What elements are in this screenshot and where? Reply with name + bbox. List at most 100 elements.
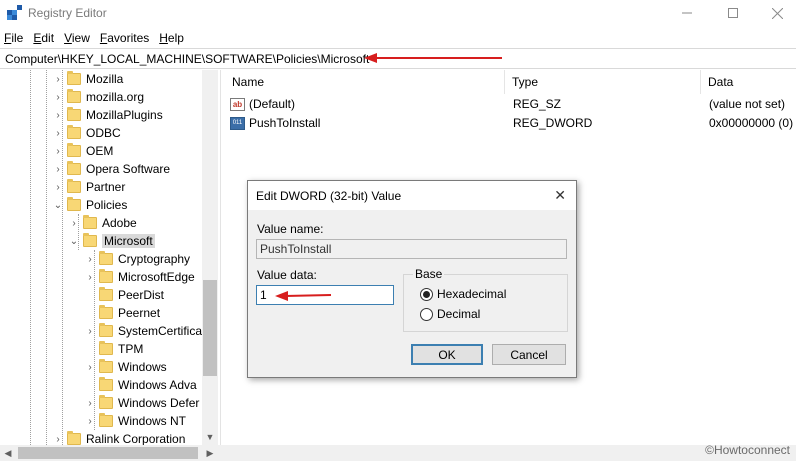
chevron-right-icon[interactable]: › xyxy=(84,250,96,268)
tree-item-windows-nt[interactable]: › Windows NT xyxy=(84,412,186,430)
maximize-button[interactable] xyxy=(710,0,756,26)
list-item-pushtoinstall[interactable]: 011 PushToInstall REG_DWORD 0x00000000 (… xyxy=(225,114,796,132)
scroll-left-icon[interactable]: ◀ xyxy=(0,445,16,461)
tree-item-label: OEM xyxy=(86,144,114,158)
tree-vertical-scrollbar[interactable]: ▼ xyxy=(202,70,218,445)
folder-open-icon xyxy=(83,233,97,247)
chevron-right-icon[interactable]: › xyxy=(52,106,64,124)
tree-item-label: MicrosoftEdge xyxy=(118,270,195,284)
base-label: Base xyxy=(413,267,445,281)
menu-file-label: ile xyxy=(11,31,24,45)
value-name-label: Value name: xyxy=(257,222,324,236)
tree-item-policies[interactable]: ⌄ Policies xyxy=(52,196,127,214)
tree-item-cryptography[interactable]: › Cryptography xyxy=(84,250,190,268)
base-group xyxy=(403,274,568,332)
chevron-right-icon[interactable]: › xyxy=(84,268,96,286)
tree-item-adobe[interactable]: › Adobe xyxy=(68,214,137,232)
chevron-right-icon[interactable]: › xyxy=(52,70,64,88)
ok-button[interactable]: OK xyxy=(411,344,483,365)
chevron-right-icon[interactable]: › xyxy=(52,430,64,445)
list-item-default[interactable]: ab (Default) REG_SZ (value not set) xyxy=(225,95,796,113)
tree-item-mozilla-org[interactable]: › mozilla.org xyxy=(52,88,144,106)
chevron-right-icon[interactable]: › xyxy=(52,124,64,142)
scrollbar-thumb[interactable] xyxy=(18,447,198,459)
address-path: Computer\HKEY_LOCAL_MACHINE\SOFTWARE\Pol… xyxy=(5,52,370,66)
dword-value-icon: 011 xyxy=(230,116,245,130)
tree-item-systemcertificates[interactable]: › SystemCertifica xyxy=(84,322,202,340)
value-name: (Default) xyxy=(249,97,296,111)
chevron-right-icon[interactable]: › xyxy=(84,358,96,376)
tree-horizontal-scrollbar[interactable]: ◀ ▶ xyxy=(0,445,796,461)
folder-icon xyxy=(99,251,113,265)
menu-view[interactable]: View xyxy=(64,31,90,45)
value-type: REG_DWORD xyxy=(513,116,593,130)
dialog-close-icon[interactable]: ✕ xyxy=(554,187,566,204)
close-button[interactable] xyxy=(754,0,796,26)
tree-item-opera-software[interactable]: › Opera Software xyxy=(52,160,170,178)
list-header: Name Type Data xyxy=(225,70,796,94)
tree-item-tpm[interactable]: TPM xyxy=(84,340,143,358)
tree-item-windows[interactable]: › Windows xyxy=(84,358,167,376)
tree-item-label: PeerDist xyxy=(118,288,165,302)
menu-edit-label: dit xyxy=(41,31,55,45)
chevron-right-icon[interactable]: › xyxy=(52,88,64,106)
tree-item-odbc[interactable]: › ODBC xyxy=(52,124,121,142)
tree-item-label: SystemCertifica xyxy=(118,324,203,338)
menu-help-label: elp xyxy=(167,31,184,45)
menu-file[interactable]: File xyxy=(4,31,23,45)
tree-guide-line xyxy=(30,70,31,445)
scrollbar-thumb[interactable] xyxy=(203,280,217,376)
chevron-right-icon[interactable]: › xyxy=(68,214,80,232)
chevron-right-icon[interactable]: › xyxy=(84,322,96,340)
folder-icon xyxy=(99,341,113,355)
folder-open-icon xyxy=(67,197,81,211)
tree-item-windows-defender[interactable]: › Windows Defer xyxy=(84,394,199,412)
cancel-button[interactable]: Cancel xyxy=(492,344,566,365)
menu-help[interactable]: Help xyxy=(159,31,184,45)
tree-item-oem[interactable]: › OEM xyxy=(52,142,113,160)
tree-item-peerdist[interactable]: PeerDist xyxy=(84,286,164,304)
tree-item-microsoftedge[interactable]: › MicrosoftEdge xyxy=(84,268,195,286)
tree-item-windows-advanced[interactable]: Windows Adva xyxy=(84,376,197,394)
dialog-title: Edit DWORD (32-bit) Value xyxy=(256,189,402,203)
chevron-down-icon[interactable]: ⌄ xyxy=(68,232,80,250)
radio-unchecked-icon[interactable] xyxy=(420,307,433,321)
maximize-icon xyxy=(728,8,738,18)
chevron-right-icon[interactable]: › xyxy=(52,160,64,178)
tree-item-mozilla[interactable]: › Mozilla xyxy=(52,70,123,88)
tree-item-label: Microsoft xyxy=(102,234,155,248)
tree-item-label: Windows NT xyxy=(118,414,187,428)
tree-item-label: Partner xyxy=(86,180,126,194)
chevron-right-icon[interactable]: › xyxy=(84,394,96,412)
menu-edit[interactable]: Edit xyxy=(33,31,54,45)
tree-item-microsoft[interactable]: ⌄ Microsoft xyxy=(68,232,155,250)
tree-item-ralink-corporation[interactable]: › Ralink Corporation xyxy=(52,430,185,445)
tree-item-peernet[interactable]: Peernet xyxy=(84,304,160,322)
radio-hexadecimal[interactable]: Hexadecimal xyxy=(420,287,506,301)
radio-checked-icon[interactable] xyxy=(420,287,433,301)
registry-editor-icon xyxy=(7,5,22,20)
radio-dot xyxy=(423,290,430,298)
radio-decimal[interactable]: Decimal xyxy=(420,307,480,321)
folder-icon xyxy=(67,143,81,157)
chevron-right-icon[interactable]: › xyxy=(52,142,64,160)
minimize-button[interactable] xyxy=(664,0,710,26)
tree-item-label: TPM xyxy=(118,342,144,356)
registry-tree[interactable]: › Mozilla › mozilla.org › MozillaPlugins › O… xyxy=(0,70,218,445)
tree-item-label: MozillaPlugins xyxy=(86,108,163,122)
scroll-down-icon[interactable]: ▼ xyxy=(202,429,218,445)
string-value-icon: ab xyxy=(230,97,245,111)
chevron-right-icon[interactable]: › xyxy=(52,178,64,196)
chevron-down-icon[interactable]: ⌄ xyxy=(52,196,64,214)
scroll-right-icon[interactable]: ▶ xyxy=(202,445,218,461)
menu-favorites[interactable]: Favorites xyxy=(100,31,149,45)
tree-item-partner[interactable]: › Partner xyxy=(52,178,125,196)
column-header-type[interactable]: Type xyxy=(505,70,701,94)
column-header-name[interactable]: Name xyxy=(225,70,505,94)
column-header-data[interactable]: Data xyxy=(701,70,796,94)
tree-item-mozillaplugins[interactable]: › MozillaPlugins xyxy=(52,106,163,124)
chevron-right-icon[interactable]: › xyxy=(84,412,96,430)
folder-icon xyxy=(67,71,81,85)
